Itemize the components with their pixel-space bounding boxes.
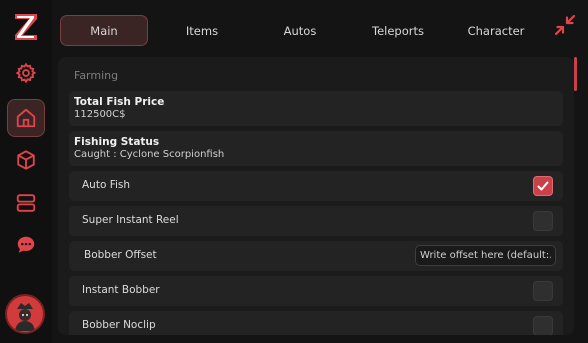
fishing-status-card: Fishing Status Caught : Cyclone Scorpion… — [69, 131, 563, 166]
instant-bobber-row[interactable]: Instant Bobber — [69, 276, 563, 306]
sidebar-item-home[interactable] — [7, 99, 45, 137]
sidebar-item-chat[interactable] — [7, 227, 45, 263]
gear-icon — [15, 62, 37, 84]
total-fish-price-card: Total Fish Price 112500C$ — [69, 91, 563, 126]
instant-bobber-label: Instant Bobber — [82, 284, 160, 296]
sidebar-item-servers[interactable] — [7, 185, 45, 221]
auto-fish-row[interactable]: Auto Fish — [69, 171, 563, 201]
bobber-offset-label: Bobber Offset — [84, 249, 157, 261]
tab-teleports[interactable]: Teleports — [354, 15, 442, 46]
avatar[interactable] — [5, 294, 45, 334]
sidebar-item-packages[interactable] — [7, 142, 45, 178]
home-icon — [16, 108, 36, 128]
total-fish-price-value: 112500C$ — [74, 109, 126, 120]
fishing-status-title: Fishing Status — [74, 136, 160, 148]
super-instant-reel-label: Super Instant Reel — [82, 214, 179, 226]
server-icon — [16, 194, 36, 212]
sidebar-item-settings[interactable] — [7, 55, 45, 91]
tab-character[interactable]: Character — [452, 15, 540, 46]
fishing-status-value: Caught : Cyclone Scorpionfish — [74, 149, 225, 160]
scrollbar-thumb[interactable] — [574, 57, 577, 91]
bobber-offset-input[interactable] — [415, 245, 556, 266]
bobber-offset-row: Bobber Offset — [69, 241, 563, 271]
minimize-icon[interactable] — [553, 13, 577, 37]
scrollbar[interactable] — [574, 57, 578, 335]
tab-main[interactable]: Main — [60, 15, 148, 46]
logo-icon — [15, 14, 37, 40]
tab-items[interactable]: Items — [158, 15, 246, 46]
check-icon — [537, 181, 549, 191]
avatar-image — [8, 297, 42, 331]
main-panel: Farming Total Fish Price 112500C$ Fishin… — [58, 57, 574, 335]
bobber-noclip-row[interactable]: Bobber Noclip — [69, 311, 563, 335]
super-instant-reel-checkbox[interactable] — [533, 211, 553, 231]
auto-fish-checkbox[interactable] — [533, 176, 553, 196]
cube-icon — [17, 150, 35, 170]
super-instant-reel-row[interactable]: Super Instant Reel — [69, 206, 563, 236]
section-label: Farming — [74, 69, 119, 82]
sidebar — [0, 0, 52, 343]
total-fish-price-title: Total Fish Price — [74, 96, 165, 108]
instant-bobber-checkbox[interactable] — [533, 281, 553, 301]
tab-autos[interactable]: Autos — [256, 15, 344, 46]
bobber-noclip-label: Bobber Noclip — [82, 319, 156, 331]
chat-icon — [17, 236, 35, 253]
bobber-noclip-checkbox[interactable] — [533, 316, 553, 335]
auto-fish-label: Auto Fish — [82, 179, 131, 191]
